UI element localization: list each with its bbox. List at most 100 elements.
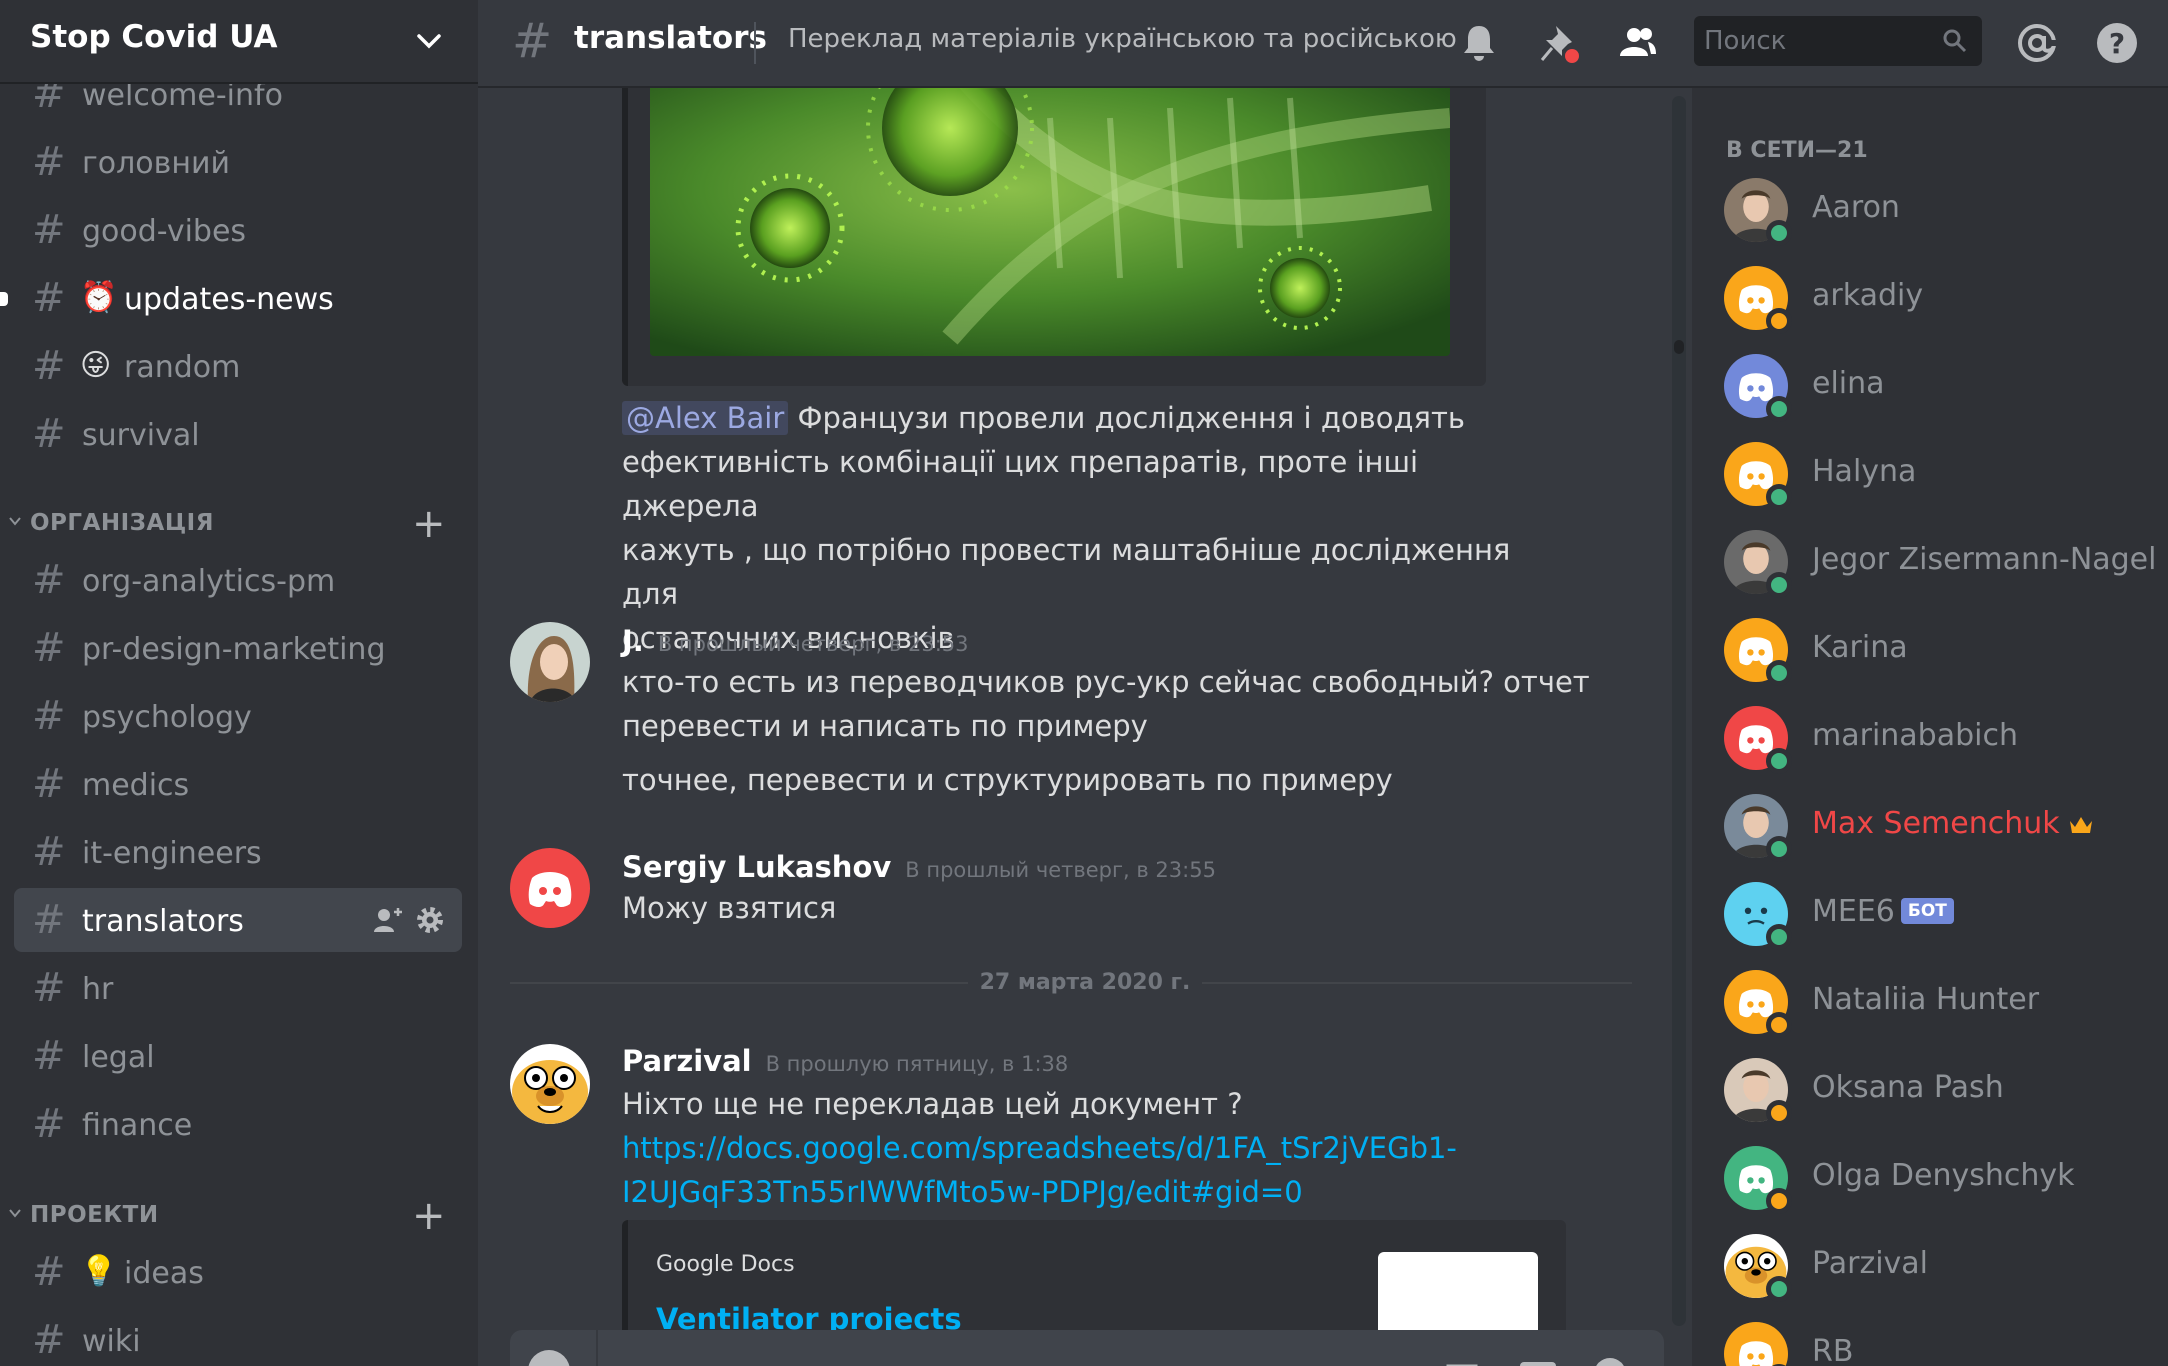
avatar [1724, 178, 1792, 246]
channel-label: org-analytics-pm [82, 564, 336, 599]
upload-plus-icon[interactable] [528, 1350, 570, 1366]
hash-icon: # [512, 13, 553, 69]
channel-good-vibes[interactable]: # good-vibes [14, 198, 462, 262]
avatar [1724, 882, 1792, 950]
member-item[interactable]: Oksana Pash [1724, 1058, 2154, 1138]
member-name-text: Parzival [1812, 1246, 1929, 1281]
member-item[interactable]: Max Semenchuk [1724, 794, 2154, 874]
avatar [1724, 706, 1792, 774]
status-idle-icon [1766, 1100, 1792, 1126]
member-item[interactable]: MEE6 БОТ [1724, 882, 2154, 962]
avatar[interactable] [510, 622, 590, 702]
server-header[interactable]: Stop Covid UA [0, 0, 478, 84]
invite-user-icon[interactable] [372, 904, 404, 936]
channel-label: hr [82, 972, 114, 1007]
avatar [1724, 970, 1792, 1038]
help-icon[interactable]: ? [2094, 20, 2140, 66]
document-link[interactable]: https://docs.google.com/spreadsheets/d/1… [622, 1131, 1457, 1165]
member-item[interactable]: marinababich [1724, 706, 2154, 786]
scrollbar-thumb[interactable] [1674, 340, 1684, 354]
member-item[interactable]: elina [1724, 354, 2154, 434]
channel-wiki[interactable]: # wiki [14, 1308, 462, 1366]
status-online-icon [1766, 484, 1792, 510]
message-author[interactable]: Sergiy Lukashov В прошлый четверг, в 23:5… [622, 850, 1216, 884]
member-name-text: Max Semenchuk [1812, 806, 2060, 841]
bell-icon[interactable] [1456, 20, 1502, 66]
add-channel-icon[interactable]: + [412, 1196, 446, 1236]
message-content: @Alex Bair Французи провели дослідження … [622, 396, 1522, 660]
member-name-text: Oksana Pash [1812, 1070, 2004, 1105]
member-item[interactable]: Olga Denyshchyk [1724, 1146, 2154, 1226]
channel-hr[interactable]: # hr [14, 956, 462, 1020]
member-name-text: Olga Denyshchyk [1812, 1158, 2075, 1193]
gear-icon[interactable] [414, 904, 446, 936]
member-item[interactable]: arkadiy [1724, 266, 2154, 346]
category-organization[interactable]: ОРГАНІЗАЦІЯ + [0, 504, 478, 544]
author-name[interactable]: J. [622, 624, 644, 658]
user-mention[interactable]: @Alex Bair [622, 401, 789, 435]
scrollbar-track[interactable] [1672, 96, 1686, 1326]
status-idle-icon [1766, 1012, 1792, 1038]
channel-holovnyi[interactable]: # головний [14, 130, 462, 194]
channel-survival[interactable]: # survival [14, 402, 462, 466]
mentions-icon[interactable] [2014, 20, 2060, 66]
hash-icon: # [32, 1249, 66, 1295]
member-item[interactable]: Aaron [1724, 178, 2154, 258]
avatar [1724, 530, 1792, 598]
gift-icon[interactable] [1442, 1352, 1482, 1366]
message-line: кажуть , що потрібно провести маштабніше… [622, 533, 1511, 611]
member-item[interactable]: Jegor Zisermann-Nagel [1724, 530, 2156, 610]
channel-legal[interactable]: # legal [14, 1024, 462, 1088]
avatar[interactable] [510, 1044, 590, 1124]
channel-random[interactable]: # 😜 random [14, 334, 462, 398]
channel-finance[interactable]: # finance [14, 1092, 462, 1156]
member-name: elina [1812, 366, 1885, 401]
channel-ideas[interactable]: # 💡 ideas [14, 1240, 462, 1304]
channel-label: pr-design-marketing [82, 632, 386, 667]
winking-face-icon: 😜 [80, 348, 112, 383]
channel-topic[interactable]: Переклад матеріалів українською та росій… [788, 24, 1457, 54]
channel-pr-design-marketing[interactable]: # pr-design-marketing [14, 616, 462, 680]
message-author[interactable]: J. В прошлый четверг, в 23:53 [622, 624, 969, 658]
member-list-icon[interactable] [1614, 20, 1660, 66]
channel-it-engineers[interactable]: # it-engineers [14, 820, 462, 884]
pin-icon[interactable] [1536, 20, 1582, 66]
member-name: Oksana Pash [1812, 1070, 2004, 1105]
member-name-text: RB [1812, 1334, 1854, 1366]
author-name[interactable]: Sergiy Lukashov [622, 850, 891, 884]
member-name: Olga Denyshchyk [1812, 1158, 2075, 1193]
image-embed [622, 88, 1486, 386]
member-item[interactable]: Nataliia Hunter [1724, 970, 2154, 1050]
channel-org-analytics-pm[interactable]: # org-analytics-pm [14, 548, 462, 612]
member-item[interactable]: Halyna [1724, 442, 2154, 522]
member-list: В СЕТИ—21 Aaron arkadiy elina Halyna Jegor Z… [1692, 88, 2168, 1366]
status-online-icon [1766, 660, 1792, 686]
search-input[interactable] [1704, 20, 1924, 62]
channel-updates-news[interactable]: # ⏰ updates-news [0, 266, 462, 330]
message-composer[interactable] [510, 1330, 1664, 1366]
channel-title: translators [574, 20, 767, 56]
channel-medics[interactable]: # medics [14, 752, 462, 816]
hash-icon: # [32, 1033, 66, 1079]
search-box[interactable] [1694, 16, 1982, 66]
status-online-icon [1766, 748, 1792, 774]
member-item[interactable]: Karina [1724, 618, 2154, 698]
divider [596, 1330, 598, 1366]
message-author[interactable]: Parzival В прошлую пятницу, в 1:38 [622, 1044, 1068, 1078]
avatar [1724, 1058, 1792, 1126]
category-projects[interactable]: ПРОЕКТИ + [0, 1196, 478, 1236]
emoji-icon[interactable] [1590, 1352, 1630, 1366]
author-name[interactable]: Parzival [622, 1044, 752, 1078]
add-channel-icon[interactable]: + [412, 504, 446, 544]
gif-icon[interactable] [1518, 1352, 1558, 1366]
member-item[interactable]: Parzival [1724, 1234, 2154, 1314]
avatar [1724, 618, 1792, 686]
hash-icon: # [32, 693, 66, 739]
channel-psychology[interactable]: # psychology [14, 684, 462, 748]
member-item[interactable]: RB [1724, 1322, 2154, 1366]
channel-translators[interactable]: # translators [14, 888, 462, 952]
virus-image[interactable] [650, 88, 1450, 356]
category-label: ОРГАНІЗАЦІЯ [30, 510, 214, 536]
document-link[interactable]: I2UJGqF33Tn55rIWWfMto5w-PDPJg/edit#gid=0 [622, 1175, 1303, 1209]
avatar[interactable] [510, 848, 590, 928]
